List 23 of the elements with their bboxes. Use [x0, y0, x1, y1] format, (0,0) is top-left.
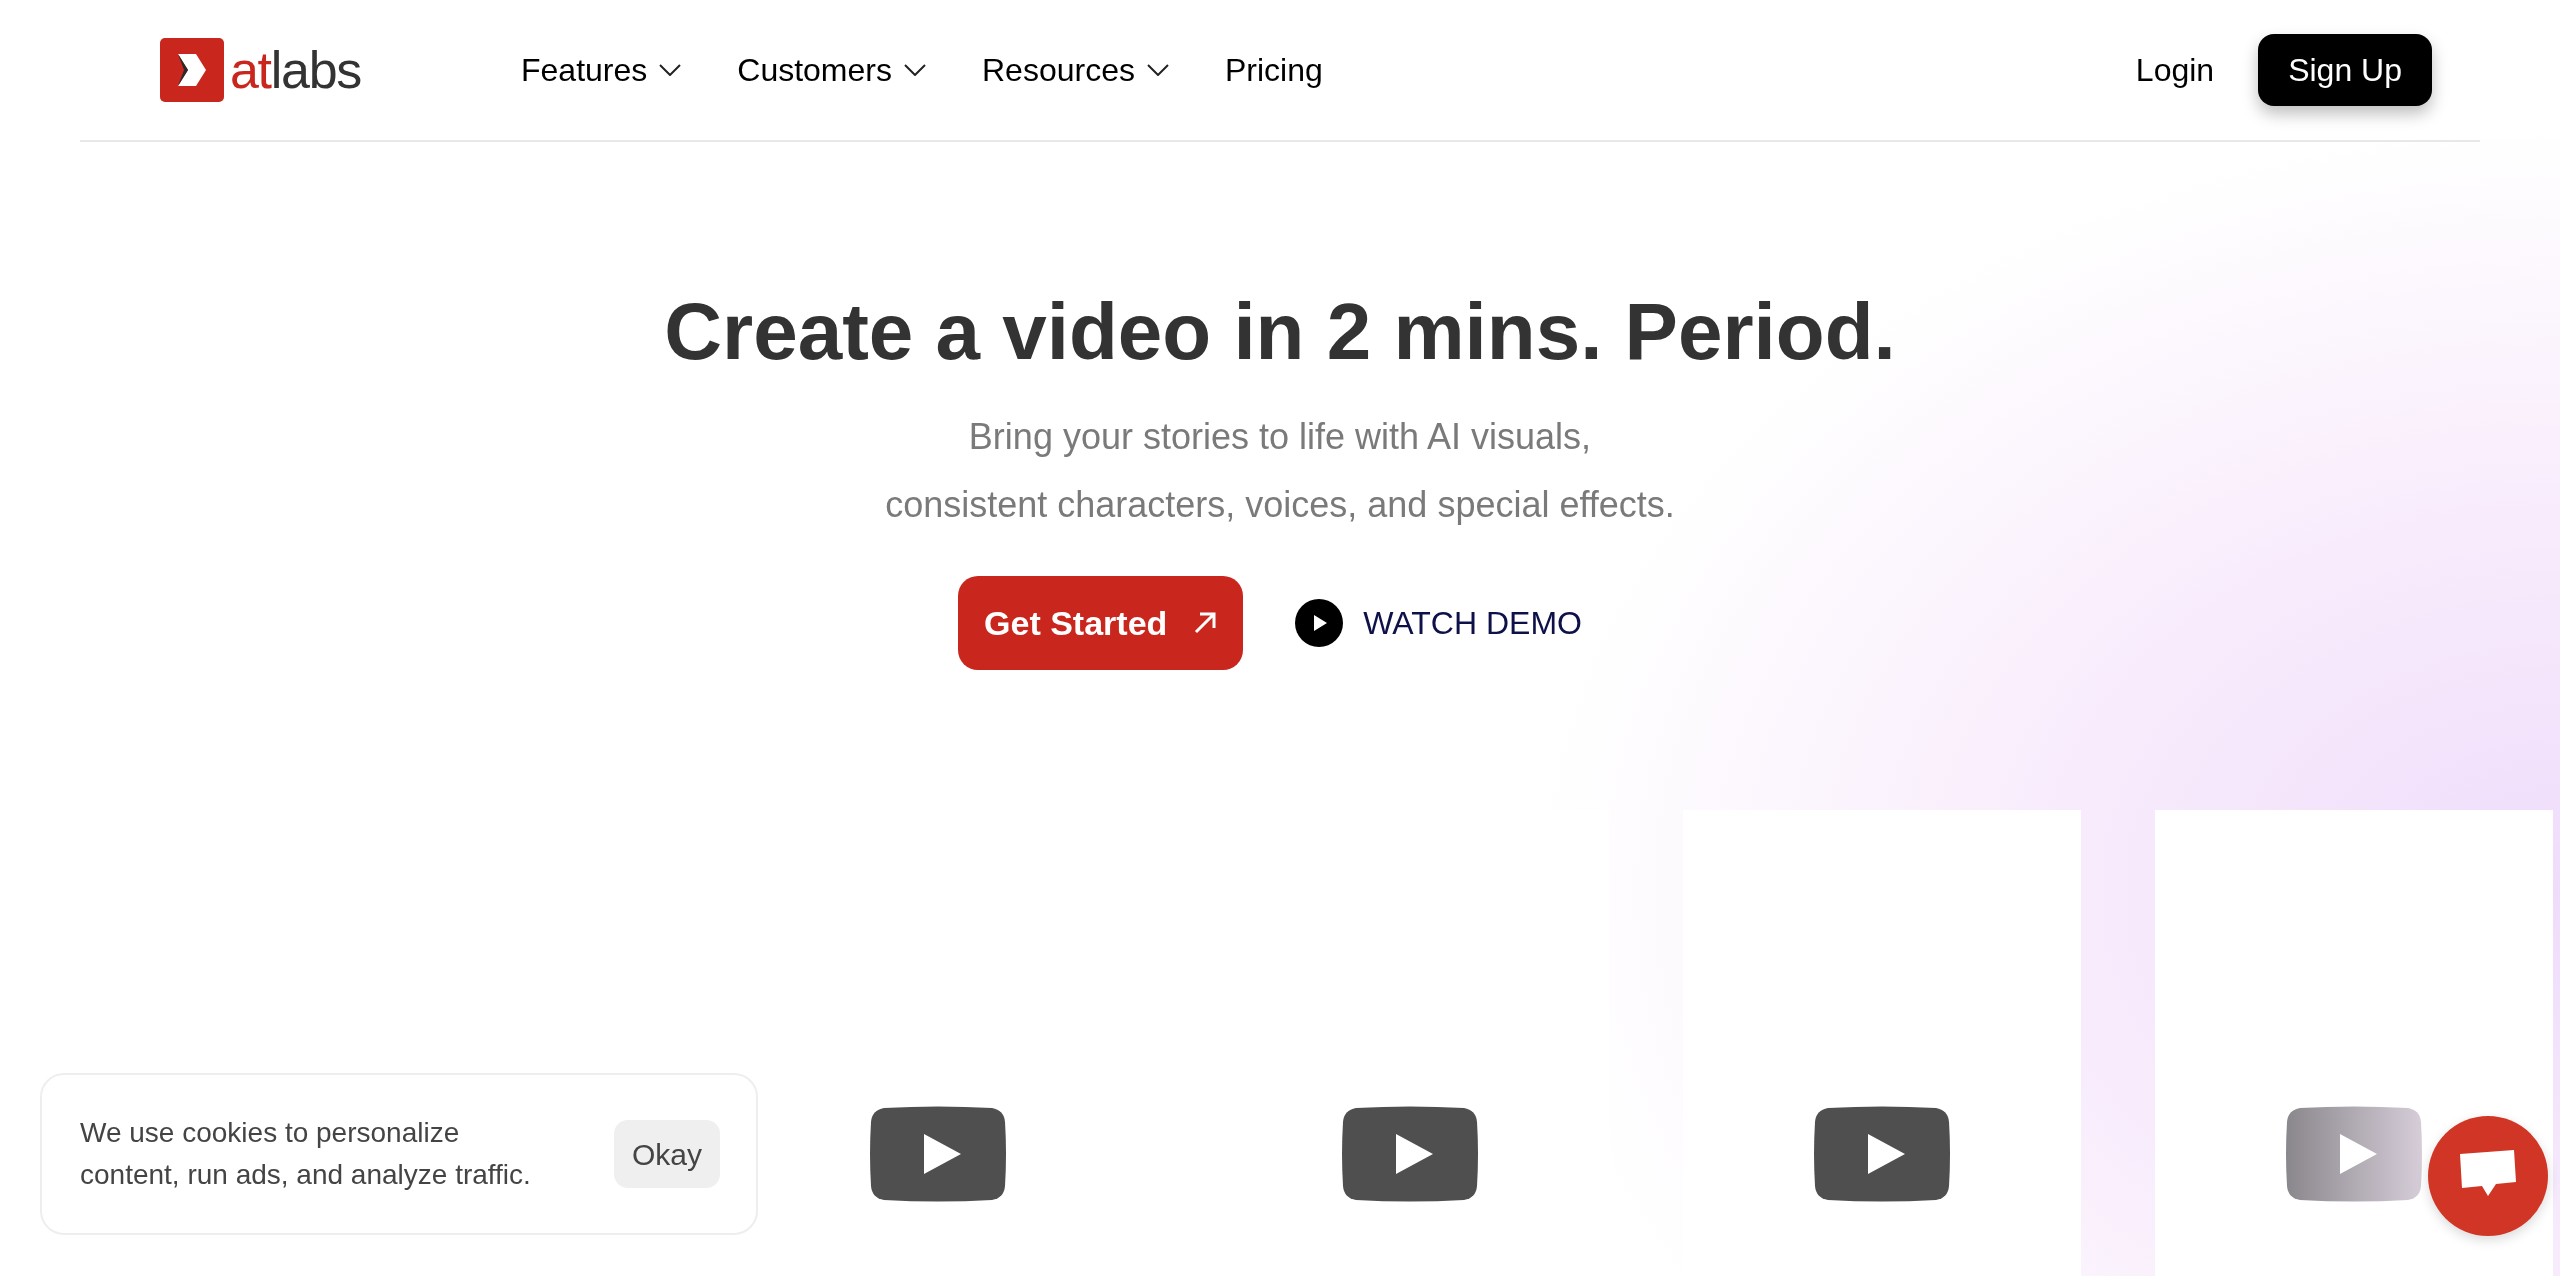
nav-link[interactable]: Features: [521, 46, 682, 94]
nav-link[interactable]: Resources: [981, 46, 1169, 94]
play-button-icon[interactable]: [1814, 1106, 1950, 1202]
login-link[interactable]: Login: [2135, 46, 2215, 94]
get-started-button[interactable]: Get Started: [958, 576, 1244, 670]
play-icon: [1295, 599, 1344, 647]
nav-link[interactable]: Pricing: [1224, 46, 1323, 94]
video-card[interactable]: [2155, 810, 2553, 1276]
logo-text[interactable]: atlabs: [230, 44, 361, 96]
video-card[interactable]: [1683, 810, 2081, 1276]
play-button-icon[interactable]: [870, 1106, 1006, 1202]
hero-subtitle: Bring your stories to life with AI visuals,: [968, 416, 1592, 458]
nav-link[interactable]: Customers: [737, 46, 926, 94]
arrow-up-right-icon: [1193, 611, 1218, 635]
hero-subtitle: consistent characters, voices, and special effects.: [885, 484, 1675, 526]
okay-button[interactable]: Okay: [614, 1120, 720, 1188]
cookie-notice: We use cookies to personalize content, run ads, and analyze traffic.: [80, 1116, 532, 1192]
hero-heading: Create a video in 2 mins. Period.: [664, 292, 1896, 372]
play-button-icon[interactable]: [1342, 1106, 1478, 1202]
play-button-icon[interactable]: [2286, 1106, 2422, 1202]
sign-up-button[interactable]: Sign Up: [2258, 34, 2432, 106]
logo-icon[interactable]: [160, 38, 224, 102]
watch-demo-button[interactable]: WATCH DEMO: [1295, 599, 1582, 647]
